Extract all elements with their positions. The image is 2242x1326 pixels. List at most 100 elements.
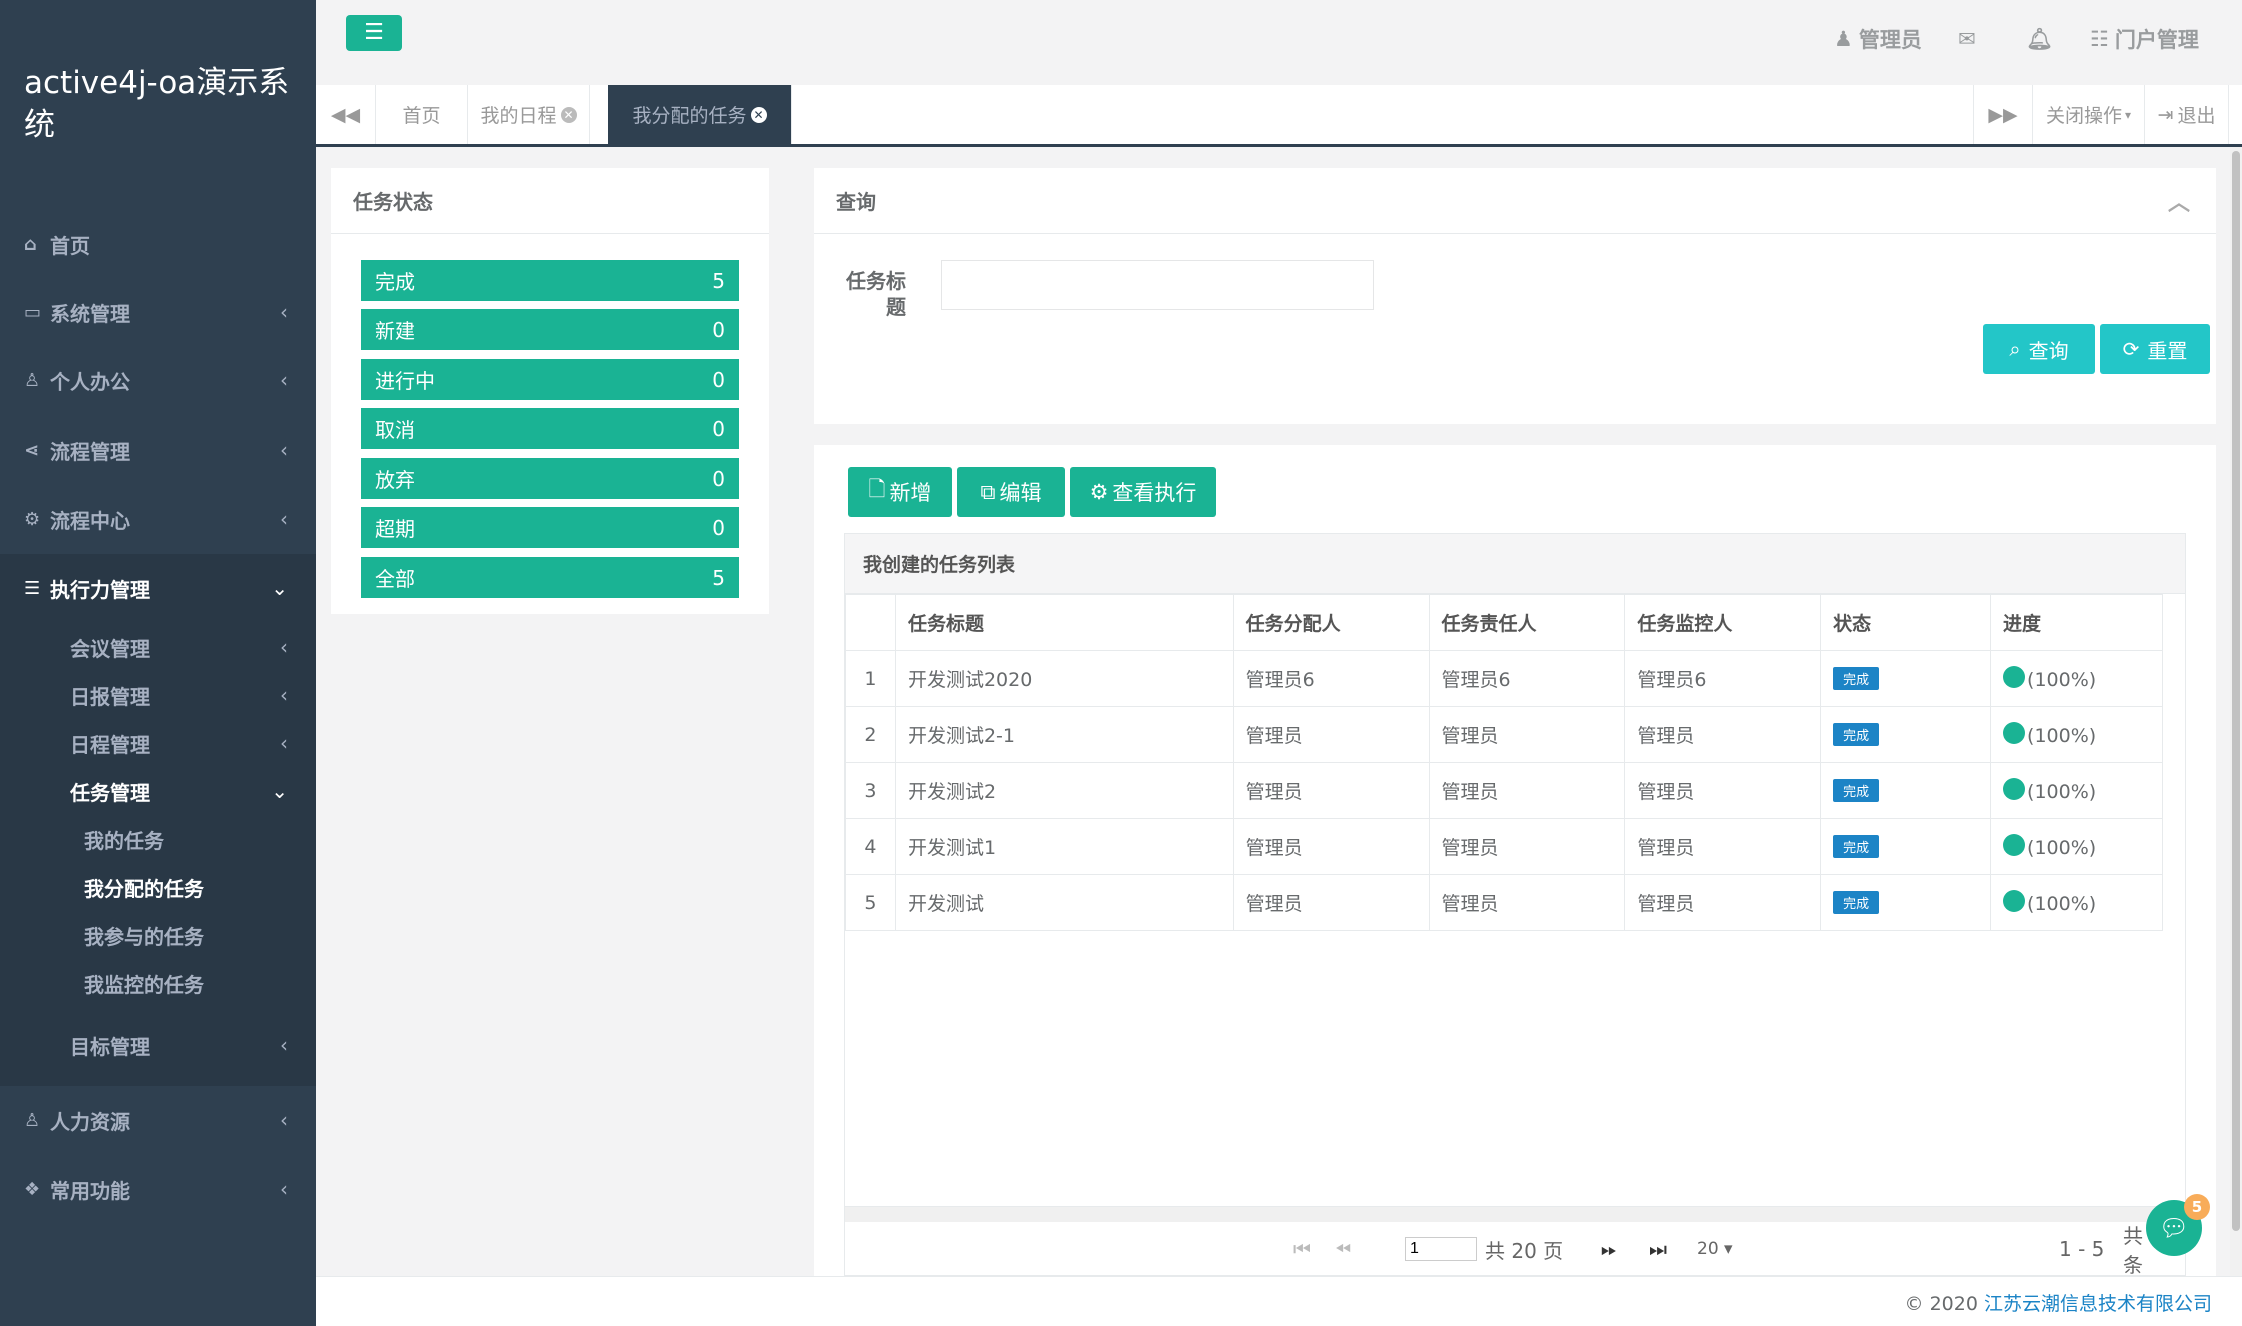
sidebar-item-execution[interactable]: ☰ 执行力管理 ⌄ [0,554,316,622]
sidebar-item-personal[interactable]: ♙ 个人办公 ‹ [0,346,316,414]
cubes-icon: ❖ [24,1178,41,1200]
sidebar-sub-label: 日报管理 [70,684,150,709]
sidebar-sub-label: 任务管理 [70,780,150,805]
status-label: 进行中 [375,369,435,393]
page-number-input[interactable] [1405,1237,1477,1261]
progress-circle-icon [2003,834,2026,856]
page-scrollbar[interactable] [2230,147,2242,1276]
table-row[interactable]: 2 开发测试2-1 管理员 管理员 管理员 完成 (100%) [845,706,2163,763]
column-header-progress[interactable]: 进度 [1990,594,2163,651]
cell-monitor: 管理员 [1624,818,1822,875]
sidebar-sub-task[interactable]: 任务管理 ⌄ [70,769,310,813]
company-link[interactable]: 江苏云潮信息技术有限公司 [1984,1293,2212,1315]
portal-menu[interactable]: ☷ 门户管理 [2090,24,2199,54]
sidebar-sub-meeting[interactable]: 会议管理 ‹ [70,625,310,669]
logout-button[interactable]: ⇥ 退出 [2145,85,2229,144]
close-ops-dropdown[interactable]: 关闭操作 ▾ [2033,85,2145,144]
status-item-new[interactable]: 新建 0 [361,309,739,350]
label-line: 题 [886,295,906,319]
chevron-down-icon: ⌄ [271,576,288,600]
tab-assigned-tasks[interactable]: 我分配的任务 ✕ [608,85,792,144]
cell-status: 完成 [1820,874,1992,931]
scrollbar-thumb[interactable] [2232,151,2240,1231]
user-menu[interactable]: ♟ 管理员 [1834,24,1922,54]
view-execution-button[interactable]: ⚙ 查看执行 [1070,467,1216,517]
caret-down-icon: ▾ [2124,107,2132,122]
sidebar-item-process-mgmt[interactable]: ⋖ 流程管理 ‹ [0,416,316,484]
column-header-title[interactable]: 任务标题 [894,594,1234,651]
status-item-in-progress[interactable]: 进行中 0 [361,359,739,400]
sidebar-item-home[interactable]: ⌂ 首页 [0,210,316,278]
status-badge: 完成 [1833,779,1880,802]
cell-monitor: 管理员 [1624,874,1822,931]
sidebar-item-label: 首页 [50,233,90,258]
sidebar-item-common[interactable]: ❖ 常用功能 ‹ [0,1155,316,1223]
search-button[interactable]: ⌕ 查询 [1983,324,2095,374]
task-table: 任务标题 任务分配人 任务责任人 任务监控人 状态 进度 1 开发测试2020 … [845,594,2163,931]
tabs-scroll-right-button[interactable]: ▶▶ [1973,85,2033,144]
cell-status: 完成 [1820,650,1992,707]
edit-button[interactable]: ⧉ 编辑 [957,467,1065,517]
notification-button[interactable]: 🔔︎ [2026,24,2053,54]
status-item-abandoned[interactable]: 放弃 0 [361,458,739,499]
table-row[interactable]: 3 开发测试2 管理员 管理员 管理员 完成 (100%) [845,762,2163,819]
forward-icon: ▶▶ [1988,103,2018,126]
server-icon: ☷ [2090,27,2109,51]
close-icon[interactable]: ✕ [560,106,577,123]
column-header-status[interactable]: 状态 [1820,594,1992,651]
status-count: 0 [712,367,725,392]
reset-button[interactable]: ⟳ 重置 [2100,324,2210,374]
chevron-left-icon: ‹ [280,368,288,392]
last-page-icon[interactable]: ⏭︎ [1649,1237,1667,1261]
sidebar-sub-daily[interactable]: 日报管理 ‹ [70,673,310,717]
sidebar-sub-goal[interactable]: 目标管理 ‹ [70,1023,310,1067]
horizontal-scrollbar[interactable] [845,1206,2185,1222]
chat-button[interactable]: 💬︎ 5 [2146,1194,2210,1256]
tab-my-schedule[interactable]: 我的日程 ✕ [468,85,590,144]
add-button[interactable]: 🗋︎ 新增 [848,467,952,517]
cell-status: 完成 [1820,706,1992,763]
chevron-up-icon[interactable]: ︿ [2168,185,2190,217]
sidebar-sub-schedule[interactable]: 日程管理 ‹ [70,721,310,765]
status-label: 全部 [375,567,415,591]
tabs-scroll-left-button[interactable]: ◀◀ [316,85,376,144]
prev-page-icon[interactable]: ⏪︎ [1335,1237,1351,1261]
sign-out-icon: ⇥ [2157,103,2174,126]
sidebar-item-label: 人力资源 [50,1109,130,1134]
status-item-overdue[interactable]: 超期 0 [361,507,739,548]
cell-owner: 管理员6 [1428,650,1626,707]
status-item-cancelled[interactable]: 取消 0 [361,408,739,449]
sidebar-task-mine[interactable]: 我的任务 [84,817,164,861]
sidebar: active4j-oa演示系统 ⌂ 首页 ▭ 系统管理 ‹ ♙ 个人办公 ‹ ⋖… [0,0,316,1326]
progress-text: (100%) [2027,669,2097,691]
status-count: 5 [712,565,725,590]
column-header-owner[interactable]: 任务责任人 [1428,594,1626,651]
table-row[interactable]: 1 开发测试2020 管理员6 管理员6 管理员6 完成 (100%) [845,650,2163,707]
edit-button-label: 编辑 [999,481,1042,505]
tab-home[interactable]: 首页 [376,85,468,144]
status-item-done[interactable]: 完成 5 [361,260,739,301]
column-header-monitor[interactable]: 任务监控人 [1624,594,1822,651]
close-icon[interactable]: ✕ [750,106,767,123]
sidebar-item-hr[interactable]: ♙ 人力资源 ‹ [0,1086,316,1154]
cell-monitor: 管理员6 [1624,650,1822,707]
status-label: 放弃 [375,468,415,492]
sidebar-task-assigned[interactable]: 我分配的任务 [84,865,204,909]
status-item-all[interactable]: 全部 5 [361,557,739,598]
column-header-assigner[interactable]: 任务分配人 [1232,594,1430,651]
status-count: 5 [712,268,725,293]
sidebar-task-monitoring[interactable]: 我监控的任务 [84,961,204,1005]
chat-badge: 5 [2184,1194,2210,1220]
sidebar-item-system[interactable]: ▭ 系统管理 ‹ [0,278,316,346]
sidebar-task-participating[interactable]: 我参与的任务 [84,913,204,957]
table-row[interactable]: 4 开发测试1 管理员 管理员 管理员 完成 (100%) [845,818,2163,875]
progress-text: (100%) [2027,837,2097,859]
sidebar-item-process-center[interactable]: ⚙ 流程中心 ‹ [0,485,316,553]
table-row[interactable]: 5 开发测试 管理员 管理员 管理员 完成 (100%) [845,874,2163,931]
menu-toggle-button[interactable]: ☰ [346,15,402,51]
mail-button[interactable]: ✉ [1958,24,1976,54]
next-page-icon[interactable]: ⏩︎ [1601,1237,1617,1261]
page-size-select[interactable]: 20 ▾ [1697,1239,1733,1259]
first-page-icon[interactable]: ⏮︎ [1293,1237,1311,1261]
task-title-input[interactable] [941,260,1374,310]
